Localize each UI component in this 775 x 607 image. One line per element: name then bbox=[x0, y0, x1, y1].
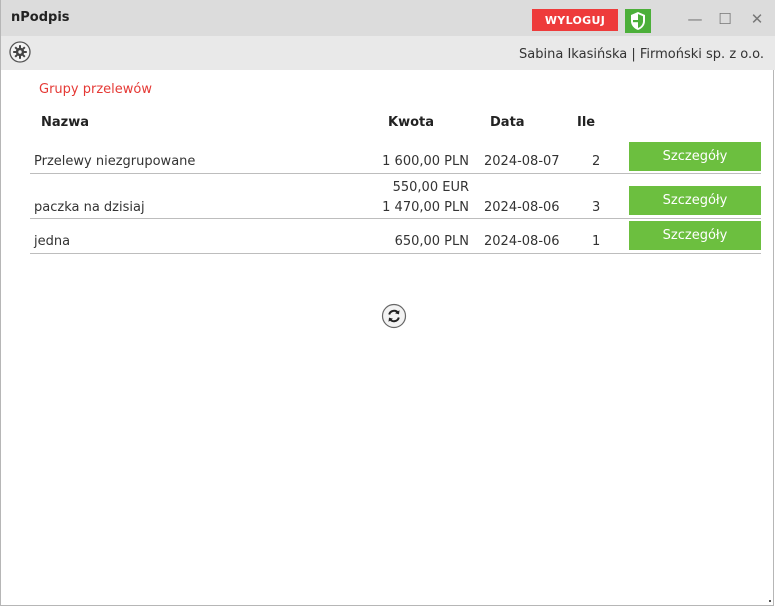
app-window: nPodpis WYLOGUJ — ☐ ✕ Sabina Ikasińska |… bbox=[0, 0, 775, 606]
resize-grip[interactable] bbox=[769, 600, 771, 602]
group-amount: 650,00 PLN bbox=[394, 234, 469, 249]
column-header-amount: Kwota bbox=[388, 115, 435, 130]
close-icon[interactable]: ✕ bbox=[745, 10, 769, 28]
minimize-icon[interactable]: — bbox=[683, 10, 707, 28]
group-count: 3 bbox=[592, 200, 601, 215]
group-amount: 1 600,00 PLN bbox=[382, 154, 469, 169]
column-header-date: Data bbox=[490, 115, 525, 130]
row-divider bbox=[30, 173, 761, 174]
details-button[interactable]: Szczegóły bbox=[629, 186, 761, 215]
shield-icon[interactable] bbox=[625, 9, 651, 33]
logout-button[interactable]: WYLOGUJ bbox=[532, 9, 618, 31]
details-button[interactable]: Szczegóły bbox=[629, 142, 761, 171]
user-company-info: Sabina Ikasińska | Firmoński sp. z o.o. bbox=[519, 47, 764, 62]
app-title: nPodpis bbox=[11, 10, 70, 25]
section-title: Grupy przelewów bbox=[39, 82, 152, 97]
group-amount: 550,00 EUR bbox=[392, 180, 469, 195]
maximize-icon[interactable]: ☐ bbox=[713, 10, 737, 28]
group-date: 2024-08-07 bbox=[484, 154, 560, 169]
title-bar: nPodpis WYLOGUJ — ☐ ✕ bbox=[1, 0, 775, 36]
toolbar: Sabina Ikasińska | Firmoński sp. z o.o. bbox=[1, 36, 775, 70]
row-divider bbox=[30, 253, 761, 254]
group-amount: 1 470,00 PLN bbox=[382, 200, 469, 215]
column-header-name: Nazwa bbox=[41, 115, 90, 130]
details-button[interactable]: Szczegóły bbox=[629, 221, 761, 250]
group-date: 2024-08-06 bbox=[484, 234, 560, 249]
group-date: 2024-08-06 bbox=[484, 200, 560, 215]
group-count: 1 bbox=[592, 234, 601, 249]
group-name: paczka na dzisiaj bbox=[34, 200, 145, 215]
gear-icon[interactable] bbox=[9, 41, 31, 63]
group-name: jedna bbox=[34, 234, 71, 249]
refresh-icon[interactable] bbox=[381, 303, 407, 329]
row-divider bbox=[30, 218, 761, 219]
group-count: 2 bbox=[592, 154, 601, 169]
column-header-count: Ile bbox=[577, 115, 596, 130]
group-name: Przelewy niezgrupowane bbox=[34, 154, 196, 169]
